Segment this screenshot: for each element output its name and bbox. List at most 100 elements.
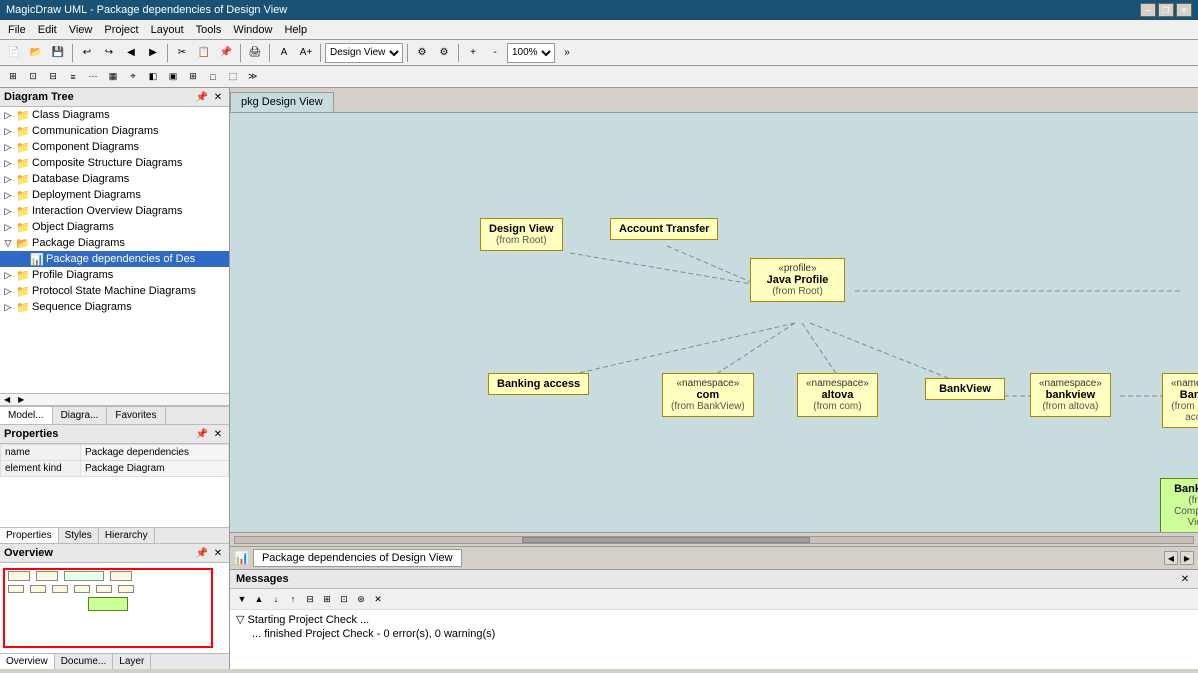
uml-node-account-transfer[interactable]: Account Transfer: [610, 218, 718, 240]
uml-node-bankview-green[interactable]: BankView (from Component View): [1160, 478, 1198, 532]
t2-btn3[interactable]: ⊟: [44, 68, 62, 86]
tree-item-protocol-diagrams[interactable]: ▷ 📁 Protocol State Machine Diagrams: [0, 283, 229, 299]
print-btn[interactable]: 🖨: [245, 43, 265, 63]
tree-item-interaction-diagrams[interactable]: ▷ 📁 Interaction Overview Diagrams: [0, 203, 229, 219]
view-select[interactable]: Design View: [325, 43, 403, 63]
nav-left-arrow[interactable]: ◀: [1164, 551, 1178, 565]
hscroll-track[interactable]: [234, 536, 1194, 544]
expand-icon[interactable]: ▷: [2, 189, 14, 201]
restore-button[interactable]: ❐: [1158, 3, 1174, 17]
msg-btn5[interactable]: ⊟: [302, 591, 318, 607]
pin-btn[interactable]: 📌: [195, 90, 209, 104]
t2-btn4[interactable]: ≡: [64, 68, 82, 86]
diagram-tree-container[interactable]: ▷ 📁 Class Diagrams ▷ 📁 Communication Dia…: [0, 107, 229, 394]
tab-docume[interactable]: Docume...: [55, 654, 114, 669]
prop-tab-styles[interactable]: Styles: [59, 528, 99, 543]
msg-btn8[interactable]: ⊛: [353, 591, 369, 607]
msg-btn1[interactable]: ▼: [234, 591, 250, 607]
menu-tools[interactable]: Tools: [190, 22, 228, 38]
tree-item-object-diagrams[interactable]: ▷ 📁 Object Diagrams: [0, 219, 229, 235]
back-btn[interactable]: ◀: [121, 43, 141, 63]
tree-item-profile-diagrams[interactable]: ▷ 📁 Profile Diagrams: [0, 267, 229, 283]
t2-btn5[interactable]: ⋯: [84, 68, 102, 86]
menu-window[interactable]: Window: [227, 22, 278, 38]
expand-icon[interactable]: ▷: [2, 285, 14, 297]
bottom-diagram-tab[interactable]: Package dependencies of Design View: [253, 549, 462, 567]
prop-val-name[interactable]: Package dependencies: [81, 445, 229, 461]
t2-btn2[interactable]: ⊡: [24, 68, 42, 86]
tree-item-component-diagrams[interactable]: ▷ 📁 Component Diagrams: [0, 139, 229, 155]
expand-icon[interactable]: ▷: [2, 221, 14, 233]
scroll-right-btn[interactable]: ▶: [14, 394, 28, 405]
messages-close-btn[interactable]: ✕: [1178, 572, 1192, 586]
expand-icon[interactable]: ▷: [2, 157, 14, 169]
uml-node-banking-access[interactable]: Banking access: [488, 373, 589, 395]
minimize-button[interactable]: ─: [1140, 3, 1156, 17]
tree-item-pkg-deps[interactable]: 📊 Package dependencies of Des: [0, 251, 229, 267]
menu-project[interactable]: Project: [98, 22, 144, 38]
uml-node-bankview-ns[interactable]: «namespace» bankview (from altova): [1030, 373, 1111, 417]
props-pin-btn[interactable]: 📌: [195, 427, 209, 441]
t2-btn12[interactable]: ⬚: [224, 68, 242, 86]
tab-model[interactable]: Model...: [0, 407, 53, 424]
expand-icon[interactable]: ▷: [2, 269, 14, 281]
uml-node-bankapi[interactable]: «namespace» BankAPI (from Banking access…: [1162, 373, 1198, 428]
tool2-btn[interactable]: ⚙: [434, 43, 454, 63]
canvas-hscroll[interactable]: [230, 532, 1198, 546]
tree-item-sequence-diagrams[interactable]: ▷ 📁 Sequence Diagrams: [0, 299, 229, 315]
menu-help[interactable]: Help: [278, 22, 313, 38]
scroll-left-btn[interactable]: ◀: [0, 394, 14, 405]
menu-edit[interactable]: Edit: [32, 22, 63, 38]
expand-icon[interactable]: ▷: [2, 109, 14, 121]
menu-file[interactable]: File: [2, 22, 32, 38]
paste-btn[interactable]: 📌: [216, 43, 236, 63]
undo-btn[interactable]: ↩: [77, 43, 97, 63]
tree-item-comm-diagrams[interactable]: ▷ 📁 Communication Diagrams: [0, 123, 229, 139]
tool1-btn[interactable]: ⚙: [412, 43, 432, 63]
nav-right-arrow[interactable]: ▶: [1180, 551, 1194, 565]
uml-node-bankview[interactable]: BankView: [925, 378, 1005, 400]
t2-btn7[interactable]: ⌖: [124, 68, 142, 86]
forward-btn[interactable]: ▶: [143, 43, 163, 63]
find-btn[interactable]: A: [274, 43, 294, 63]
menu-view[interactable]: View: [63, 22, 99, 38]
diagram-canvas[interactable]: Design View (from Root) Account Transfer…: [230, 113, 1198, 532]
tab-favorites[interactable]: Favorites: [107, 407, 165, 424]
more-btn[interactable]: »: [557, 43, 577, 63]
tab-overview[interactable]: Overview: [0, 654, 55, 669]
copy-btn[interactable]: 📋: [194, 43, 214, 63]
uml-node-altova[interactable]: «namespace» altova (from com): [797, 373, 878, 417]
diagram-tab-design-view[interactable]: pkg Design View: [230, 92, 334, 112]
tab-layer[interactable]: Layer: [113, 654, 151, 669]
uml-node-com[interactable]: «namespace» com (from BankView): [662, 373, 754, 417]
tree-item-deployment-diagrams[interactable]: ▷ 📁 Deployment Diagrams: [0, 187, 229, 203]
t2-btn10[interactable]: ⊞: [184, 68, 202, 86]
prop-tab-properties[interactable]: Properties: [0, 528, 59, 543]
tab-diagram[interactable]: Diagra...: [53, 407, 108, 424]
open-btn[interactable]: 📂: [26, 43, 46, 63]
t2-btn11[interactable]: □: [204, 68, 222, 86]
hscroll-thumb[interactable]: [522, 537, 809, 543]
zoom-select[interactable]: 100%: [507, 43, 555, 63]
expand-icon[interactable]: ▽: [2, 237, 14, 249]
tree-item-class-diagrams[interactable]: ▷ 📁 Class Diagrams: [0, 107, 229, 123]
tree-item-database-diagrams[interactable]: ▷ 📁 Database Diagrams: [0, 171, 229, 187]
msg-btn6[interactable]: ⊞: [319, 591, 335, 607]
prop-tab-hierarchy[interactable]: Hierarchy: [99, 528, 155, 543]
close-button[interactable]: ✕: [1176, 3, 1192, 17]
expand-icon[interactable]: ▷: [2, 205, 14, 217]
replace-btn[interactable]: A+: [296, 43, 316, 63]
expand-icon[interactable]: ▷: [2, 301, 14, 313]
uml-node-java-profile[interactable]: «profile» Java Profile (from Root): [750, 258, 845, 302]
close-panel-btn[interactable]: ✕: [211, 90, 225, 104]
zoom-in-btn[interactable]: +: [463, 43, 483, 63]
new-btn[interactable]: 📄: [4, 43, 24, 63]
msg-btn3[interactable]: ↓: [268, 591, 284, 607]
msg-btn4[interactable]: ↑: [285, 591, 301, 607]
msg-btn9[interactable]: ✕: [370, 591, 386, 607]
expand-icon[interactable]: ▷: [2, 173, 14, 185]
tree-item-package-diagrams[interactable]: ▽ 📂 Package Diagrams: [0, 235, 229, 251]
t2-btn6[interactable]: ▦: [104, 68, 122, 86]
uml-node-design-view[interactable]: Design View (from Root): [480, 218, 563, 251]
menu-layout[interactable]: Layout: [145, 22, 190, 38]
